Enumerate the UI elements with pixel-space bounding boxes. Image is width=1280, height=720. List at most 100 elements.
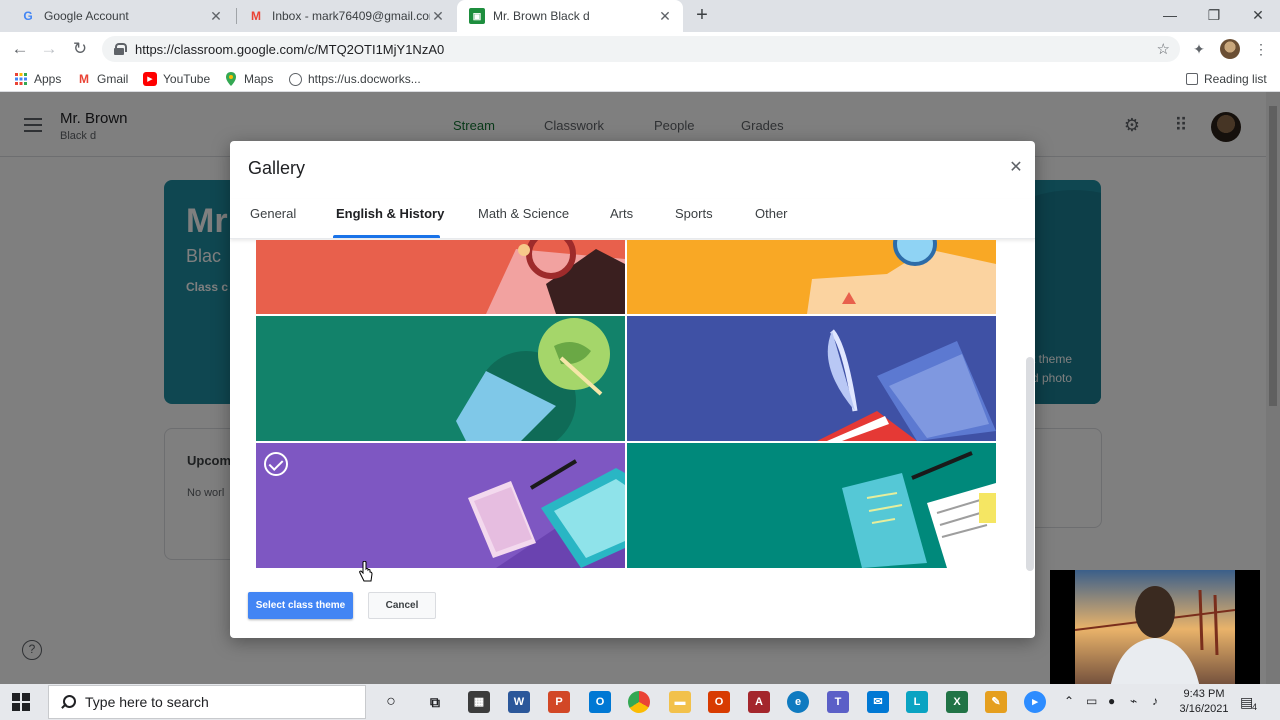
menu-kebab-icon[interactable]: ⋮ bbox=[1252, 40, 1270, 58]
clock-date: 3/16/2021 bbox=[1179, 703, 1229, 715]
task-view-icon[interactable]: ⧉ bbox=[424, 691, 446, 713]
youtube-icon: ▶ bbox=[143, 72, 157, 86]
bookmark-youtube[interactable]: ▶ YouTube bbox=[143, 70, 210, 88]
notification-count: 4 bbox=[1252, 702, 1258, 712]
cortana-icon[interactable]: ○ bbox=[380, 691, 402, 713]
chrome-icon[interactable] bbox=[628, 691, 650, 713]
tab-sports[interactable]: Sports bbox=[675, 206, 713, 221]
select-class-theme-button[interactable]: Select class theme bbox=[248, 592, 353, 619]
cancel-button[interactable]: Cancel bbox=[368, 592, 436, 619]
close-icon[interactable]: ✕ bbox=[657, 8, 673, 25]
new-tab-button[interactable]: + bbox=[690, 4, 714, 28]
bookmark-maps[interactable]: Maps bbox=[224, 70, 273, 88]
lync-icon[interactable]: L bbox=[906, 691, 928, 713]
access-icon[interactable]: A bbox=[748, 691, 770, 713]
browser-tab-strip: G Google Account ✕ M Inbox - mark76409@g… bbox=[0, 0, 1280, 32]
minimize-button[interactable]: — bbox=[1148, 0, 1192, 32]
address-bar[interactable]: https://classroom.google.com/c/MTQ2OTI1M… bbox=[102, 36, 1180, 62]
volume-icon[interactable]: ♪ bbox=[1152, 694, 1158, 708]
outlook-icon[interactable]: O bbox=[589, 691, 611, 713]
url-text[interactable]: https://classroom.google.com/c/MTQ2OTI1M… bbox=[135, 42, 1157, 57]
system-clock[interactable]: 9:43 PM 3/16/2021 bbox=[1176, 687, 1232, 717]
tab-title: Google Account bbox=[44, 9, 129, 23]
excel-icon[interactable]: X bbox=[946, 691, 968, 713]
dialog-title: Gallery bbox=[248, 158, 306, 178]
extensions-puzzle-icon[interactable]: ✦ bbox=[1190, 40, 1208, 58]
teams-icon[interactable]: T bbox=[827, 691, 849, 713]
tab-title: Inbox - mark76409@gmail.com bbox=[272, 9, 430, 23]
tab-general[interactable]: General bbox=[250, 206, 296, 221]
bookmark-label: https://us.docworks... bbox=[308, 72, 421, 86]
browser-toolbar: ← → ↻ https://classroom.google.com/c/MTQ… bbox=[0, 32, 1280, 66]
apps-grid-icon bbox=[14, 72, 28, 86]
lock-icon bbox=[114, 43, 127, 55]
tab-google-account[interactable]: G Google Account ✕ bbox=[8, 0, 234, 32]
close-icon[interactable]: ✕ bbox=[1006, 157, 1026, 177]
bookmark-label: Apps bbox=[34, 72, 62, 86]
clock-time: 9:43 PM bbox=[1183, 688, 1225, 700]
theme-tile[interactable] bbox=[627, 240, 996, 314]
bookmark-label: Gmail bbox=[97, 72, 129, 86]
tab-title: Mr. Brown Black d bbox=[493, 9, 590, 23]
tray-chevron-icon[interactable]: ⌃ bbox=[1064, 694, 1074, 708]
tab-gmail-inbox[interactable]: M Inbox - mark76409@gmail.com ✕ bbox=[236, 0, 456, 32]
zoom-icon[interactable]: ▸ bbox=[1024, 691, 1046, 713]
powerpoint-icon[interactable]: P bbox=[548, 691, 570, 713]
bookmark-apps[interactable]: Apps bbox=[14, 70, 61, 88]
taskbar-search-box[interactable]: Type here to search bbox=[48, 685, 366, 719]
windows-start-icon[interactable] bbox=[12, 693, 30, 711]
active-tab-indicator bbox=[333, 235, 440, 238]
edge-icon[interactable]: e bbox=[787, 691, 809, 713]
bookmarks-bar: Apps M Gmail ▶ YouTube Maps https://us.d… bbox=[0, 66, 1280, 92]
bookmark-label: YouTube bbox=[163, 72, 211, 86]
dialog-scrollbar[interactable] bbox=[1026, 357, 1034, 571]
gallery-dialog: Gallery ✕ General English & History Math… bbox=[230, 141, 1035, 638]
tab-math-science[interactable]: Math & Science bbox=[478, 206, 569, 221]
reading-list-icon bbox=[1186, 73, 1198, 85]
theme-grid bbox=[256, 240, 997, 573]
tab-english-history[interactable]: English & History bbox=[336, 206, 444, 221]
selected-check-icon bbox=[264, 452, 288, 476]
back-arrow-icon[interactable]: ← bbox=[8, 37, 32, 61]
word-icon[interactable]: W bbox=[508, 691, 530, 713]
windows-taskbar: Type here to search ○ ⧉ ▦ W P O ▬ O A e … bbox=[0, 684, 1280, 720]
tab-arts[interactable]: Arts bbox=[610, 206, 633, 221]
webcam-video bbox=[1050, 570, 1260, 688]
gmail-icon: M bbox=[251, 9, 261, 23]
hand-cursor-icon bbox=[359, 561, 373, 582]
tab-classroom[interactable]: ▣ Mr. Brown Black d ✕ bbox=[457, 0, 683, 32]
office-icon[interactable]: O bbox=[708, 691, 730, 713]
network-icon[interactable]: ▭ bbox=[1086, 694, 1097, 708]
reading-list-button[interactable]: Reading list bbox=[1186, 70, 1267, 88]
close-icon[interactable]: ✕ bbox=[208, 8, 224, 25]
store-icon[interactable]: ▦ bbox=[468, 691, 490, 713]
theme-tile[interactable] bbox=[627, 443, 996, 568]
tab-other[interactable]: Other bbox=[755, 206, 788, 221]
power-icon[interactable]: ⌁ bbox=[1130, 694, 1137, 708]
bookmark-gmail[interactable]: M Gmail bbox=[77, 70, 128, 88]
microphone-icon[interactable]: ● bbox=[1108, 694, 1115, 708]
forward-arrow-icon[interactable]: → bbox=[37, 37, 61, 61]
theme-tile[interactable] bbox=[627, 316, 996, 441]
theme-tile[interactable] bbox=[256, 316, 625, 441]
gallery-tabs: General English & History Math & Science… bbox=[230, 199, 1035, 239]
theme-tile[interactable] bbox=[256, 240, 625, 314]
close-icon[interactable]: ✕ bbox=[430, 8, 446, 25]
file-explorer-icon[interactable]: ▬ bbox=[669, 691, 691, 713]
globe-icon bbox=[289, 72, 302, 86]
reading-list-label: Reading list bbox=[1204, 72, 1267, 86]
bookmark-star-icon[interactable]: ☆ bbox=[1157, 40, 1170, 58]
browser-profile-avatar[interactable] bbox=[1220, 39, 1240, 59]
bookmark-docworks[interactable]: https://us.docworks... bbox=[289, 70, 421, 88]
theme-tile-selected[interactable] bbox=[256, 443, 625, 568]
search-icon bbox=[61, 695, 76, 709]
window-close-button[interactable]: ✕ bbox=[1236, 0, 1280, 32]
maximize-button[interactable]: ❐ bbox=[1192, 0, 1236, 32]
classroom-icon: ▣ bbox=[469, 8, 485, 24]
reload-icon[interactable]: ↻ bbox=[68, 37, 92, 61]
gmail-icon: M bbox=[79, 72, 89, 86]
paint-icon[interactable]: ✎ bbox=[985, 691, 1007, 713]
google-g-icon: G bbox=[23, 9, 33, 23]
bookmark-label: Maps bbox=[244, 72, 274, 86]
mail-icon[interactable]: ✉ bbox=[867, 691, 889, 713]
